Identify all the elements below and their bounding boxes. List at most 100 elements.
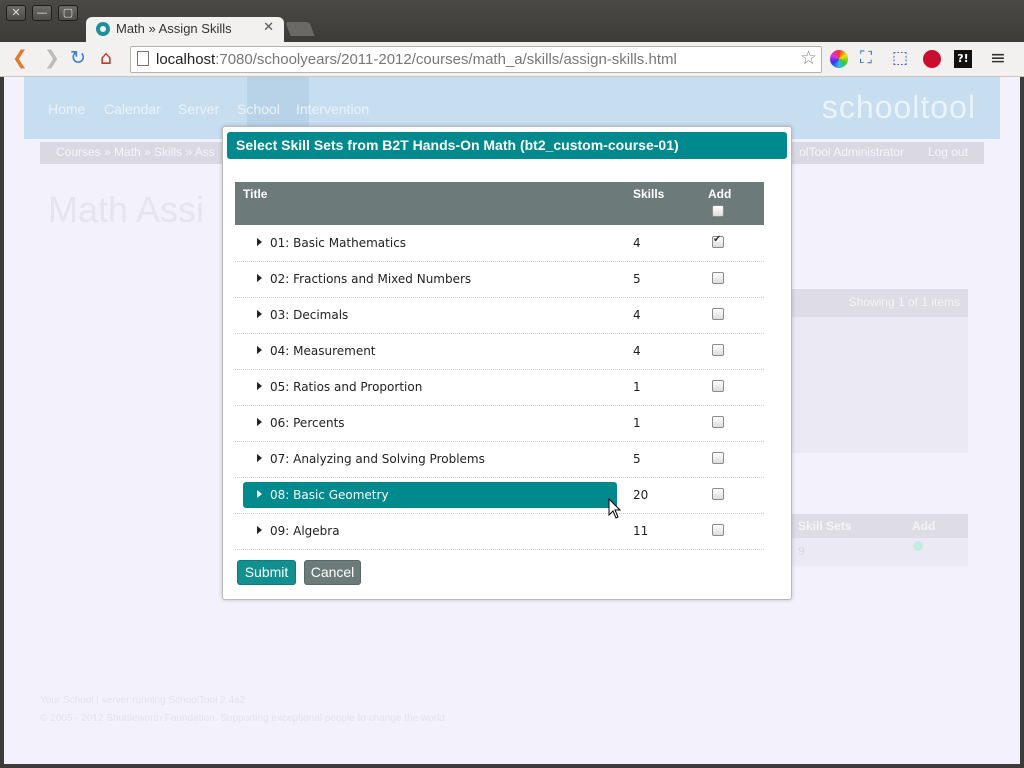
window-titlebar: ✕ — ▢ Math » Assign Skills ✕ xyxy=(0,0,1024,42)
add-checkbox[interactable] xyxy=(712,380,724,392)
help-extension-icon[interactable]: ?! xyxy=(954,50,972,68)
home-icon[interactable]: ⌂ xyxy=(100,48,112,68)
browser-toolbar: ❮ ❯ ↻ ⌂ localhost:7080/schoolyears/2011-… xyxy=(0,42,1024,77)
color-picker-extension-icon[interactable] xyxy=(830,50,848,68)
skill-count: 4 xyxy=(633,308,641,322)
skill-count: 5 xyxy=(633,452,641,466)
skill-set-title: 03: Decimals xyxy=(270,308,349,322)
tab-title: Math » Assign Skills xyxy=(116,21,232,36)
skill-count: 4 xyxy=(633,344,641,358)
table-row: 03: Decimals 4 xyxy=(235,297,764,334)
expand-caret-icon[interactable] xyxy=(257,382,262,390)
address-bar[interactable]: localhost:7080/schoolyears/2011-2012/cou… xyxy=(130,46,822,73)
menu-icon[interactable]: ≡ xyxy=(990,48,1006,68)
skill-set-title-cell[interactable]: 06: Percents xyxy=(243,410,617,436)
skill-set-title-cell[interactable]: 05: Ratios and Proportion xyxy=(243,374,617,400)
nav-server[interactable]: Server xyxy=(178,101,219,117)
schooltool-logo: schooltool xyxy=(821,89,976,125)
nav-school[interactable]: School xyxy=(237,101,280,117)
skill-set-title: 02: Fractions and Mixed Numbers xyxy=(270,272,472,286)
table-row: 06: Percents 1 xyxy=(235,405,764,442)
skill-set-title: 01: Basic Mathematics xyxy=(270,236,407,250)
maximize-window-button[interactable]: ▢ xyxy=(58,5,78,21)
add-checkbox[interactable] xyxy=(712,524,724,536)
skill-set-title-cell[interactable]: 07: Analyzing and Solving Problems xyxy=(243,446,617,472)
add-checkbox[interactable] xyxy=(712,308,724,320)
add-checkbox[interactable] xyxy=(712,452,724,464)
cancel-button[interactable]: Cancel xyxy=(304,560,361,585)
skill-set-title: 09: Algebra xyxy=(270,524,340,538)
skill-set-title-cell[interactable]: 08: Basic Geometry xyxy=(243,482,617,508)
expand-caret-icon[interactable] xyxy=(257,238,262,246)
expand-caret-icon[interactable] xyxy=(257,490,262,498)
table-row: 05: Ratios and Proportion 1 xyxy=(235,369,764,406)
expand-caret-icon[interactable] xyxy=(257,454,262,462)
bookmark-star-icon[interactable]: ☆ xyxy=(800,47,817,69)
add-checkbox[interactable] xyxy=(712,488,724,500)
add-checkbox[interactable] xyxy=(712,272,724,284)
skill-set-title-cell[interactable]: 03: Decimals xyxy=(243,302,617,328)
schooltool-favicon-icon xyxy=(96,22,110,36)
background-table-header: Skill Sets Add xyxy=(790,514,968,538)
nav-home[interactable]: Home xyxy=(48,101,85,117)
skill-set-title-cell[interactable]: 01: Basic Mathematics xyxy=(243,230,617,256)
screenshot-extension-icon[interactable]: ⛶ xyxy=(860,48,872,68)
new-tab-button[interactable] xyxy=(285,22,315,36)
table-row: 09: Algebra 11 xyxy=(235,513,764,550)
expand-caret-icon[interactable] xyxy=(257,526,262,534)
add-checkbox[interactable] xyxy=(712,344,724,356)
adblock-extension-icon[interactable] xyxy=(923,50,941,68)
skill-count: 20 xyxy=(633,488,649,502)
background-panel xyxy=(790,317,968,453)
nav-intervention[interactable]: Intervention xyxy=(296,101,369,117)
expand-caret-icon[interactable] xyxy=(257,346,262,354)
background-table-row: 9 xyxy=(790,538,968,566)
expand-caret-icon[interactable] xyxy=(257,310,262,318)
table-row: 04: Measurement 4 xyxy=(235,333,764,370)
skill-set-title: 06: Percents xyxy=(270,416,345,430)
skill-set-title-cell[interactable]: 02: Fractions and Mixed Numbers xyxy=(243,266,617,292)
footer-server-info: Your School | server running SchoolTool … xyxy=(40,695,246,706)
table-row: 02: Fractions and Mixed Numbers 5 xyxy=(235,261,764,298)
minimize-window-button[interactable]: — xyxy=(32,5,52,21)
user-menu[interactable]: olTool Administrator Log out xyxy=(799,145,968,159)
column-title: Title xyxy=(243,187,268,201)
forward-icon[interactable]: ❯ xyxy=(44,48,60,68)
browser-tab[interactable]: Math » Assign Skills ✕ xyxy=(86,17,284,42)
page-info-icon[interactable] xyxy=(137,51,149,66)
logout-link[interactable]: Log out xyxy=(928,145,968,159)
table-header: Title Skills Add xyxy=(235,182,764,225)
select-all-checkbox[interactable] xyxy=(712,205,724,217)
dialog-title: Select Skill Sets from B2T Hands-On Math… xyxy=(227,132,787,159)
skill-count: 1 xyxy=(633,416,641,430)
expand-caret-icon[interactable] xyxy=(257,418,262,426)
skill-count: 1 xyxy=(633,380,641,394)
table-row: 01: Basic Mathematics 4 xyxy=(235,225,764,262)
add-icon xyxy=(913,541,923,551)
nav-calendar[interactable]: Calendar xyxy=(104,101,161,117)
add-checkbox[interactable] xyxy=(712,234,724,248)
url-text: localhost:7080/schoolyears/2011-2012/cou… xyxy=(156,51,677,68)
add-checkbox[interactable] xyxy=(712,416,724,428)
column-add: Add xyxy=(708,187,732,201)
extension-icon[interactable]: ⬚ xyxy=(892,48,908,68)
close-window-button[interactable]: ✕ xyxy=(6,5,26,21)
skill-set-title-cell[interactable]: 04: Measurement xyxy=(243,338,617,364)
skill-set-title: 07: Analyzing and Solving Problems xyxy=(270,452,485,466)
showing-count: Showing 1 of 1 items xyxy=(790,289,968,317)
page-title: Math Assi xyxy=(48,189,205,230)
skill-set-title-cell[interactable]: 09: Algebra xyxy=(243,518,617,544)
table-row: 07: Analyzing and Solving Problems 5 xyxy=(235,441,764,478)
footer-copyright: © 2005 - 2012 Shuttleworth Foundation. S… xyxy=(40,713,448,724)
skill-set-title: 08: Basic Geometry xyxy=(270,488,389,502)
table-row: 08: Basic Geometry 20 xyxy=(235,477,764,514)
breadcrumb-text[interactable]: Courses » Math » Skills » Ass xyxy=(56,145,215,159)
back-icon[interactable]: ❮ xyxy=(12,48,28,68)
mouse-cursor-icon xyxy=(608,498,622,519)
tab-close-icon[interactable]: ✕ xyxy=(263,20,274,35)
skill-count: 4 xyxy=(633,236,641,250)
expand-caret-icon[interactable] xyxy=(257,274,262,282)
reload-icon[interactable]: ↻ xyxy=(70,48,86,68)
submit-button[interactable]: Submit xyxy=(237,560,296,585)
column-skills: Skills xyxy=(633,187,665,201)
